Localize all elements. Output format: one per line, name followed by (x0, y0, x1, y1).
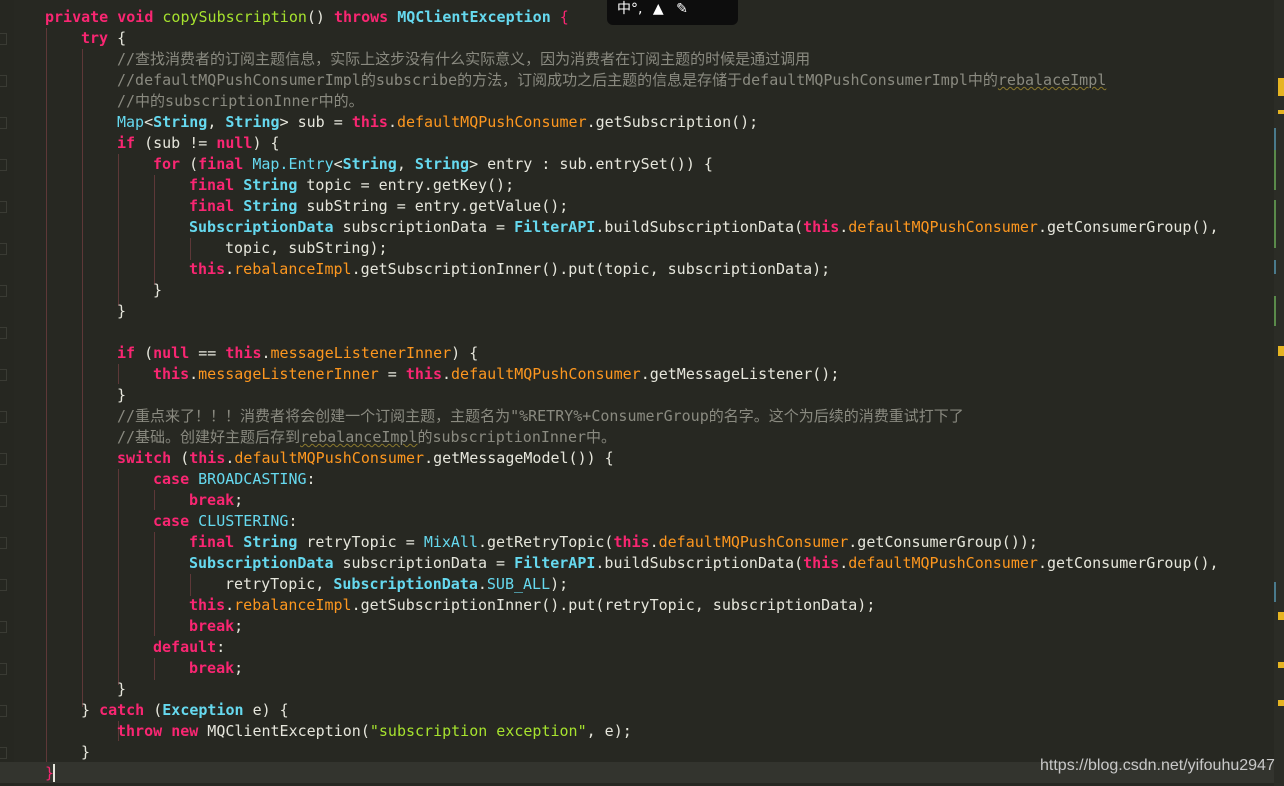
fold-marker[interactable] (0, 285, 7, 297)
indent-guide (154, 658, 155, 680)
code-line: this.messageListenerInner = this.default… (153, 365, 840, 383)
fold-marker[interactable] (0, 159, 7, 171)
code-line: break; (189, 617, 244, 635)
indent-guide (190, 238, 191, 260)
fold-marker[interactable] (0, 117, 7, 129)
change-marker[interactable] (1274, 296, 1276, 326)
fold-marker[interactable] (0, 663, 7, 675)
code-line: try { (81, 29, 127, 47)
warning-marker[interactable] (1278, 700, 1284, 706)
code-line: for (final Map.Entry<String, String> ent… (153, 155, 713, 173)
code-line: default: (153, 638, 226, 656)
fold-marker[interactable] (0, 33, 7, 45)
fold-marker[interactable] (0, 369, 7, 381)
fold-marker[interactable] (0, 495, 7, 507)
code-comment: //查找消费者的订阅主题信息，实际上这步没有什么实际意义，因为消费者在订阅主题的… (117, 50, 811, 68)
code-line: } catch (Exception e) { (81, 701, 289, 719)
fold-marker[interactable] (0, 747, 7, 759)
code-line: topic, subString); (225, 239, 388, 257)
change-marker[interactable] (1274, 200, 1276, 248)
warning-marker[interactable] (1278, 346, 1284, 356)
code-line: throw new MQClientException("subscriptio… (117, 722, 632, 740)
code-line: if (null == this.messageListenerInner) { (117, 344, 479, 362)
warning-marker[interactable] (1278, 110, 1284, 114)
indent-guide (118, 469, 119, 685)
fold-marker[interactable] (0, 705, 7, 717)
code-line: break; (189, 491, 244, 509)
code-line: this.rebalanceImpl.getSubscriptionInner(… (189, 260, 831, 278)
code-line: } (81, 743, 91, 761)
change-marker[interactable] (1274, 260, 1276, 274)
indent-guide (118, 364, 119, 384)
code-line: final String subString = entry.getValue(… (189, 197, 569, 215)
fold-marker[interactable] (0, 75, 7, 87)
mic-icon[interactable]: ▲ (653, 1, 664, 17)
code-line: final String topic = entry.getKey(); (189, 176, 515, 194)
fold-marker[interactable] (0, 411, 7, 423)
indent-guide (154, 175, 155, 285)
code-line: Map<String, String> sub = this.defaultMQ… (117, 113, 759, 131)
warning-marker[interactable] (1278, 662, 1284, 668)
code-line: } (117, 386, 127, 404)
fold-marker[interactable] (0, 327, 7, 339)
fold-marker[interactable] (0, 453, 7, 465)
watermark: https://blog.csdn.net/yifouhu2947 (1040, 757, 1275, 774)
change-marker[interactable] (1274, 128, 1276, 150)
indent-guide (154, 490, 155, 510)
code-line: switch (this.defaultMQPushConsumer.getMe… (117, 449, 614, 467)
indent-guide (154, 532, 155, 636)
code-line: case CLUSTERING: (153, 512, 298, 530)
code-line: SubscriptionData subscriptionData = Filt… (189, 218, 1219, 236)
vertical-scrollbar[interactable] (1274, 0, 1284, 786)
change-marker[interactable] (1274, 150, 1276, 190)
code-line: } (117, 302, 127, 320)
code-line: } (153, 281, 163, 299)
ime-toolbar-label: 中°, (617, 1, 643, 17)
indent-guide (118, 154, 119, 306)
fold-marker[interactable] (0, 537, 7, 549)
code-line: final String retryTopic = MixAll.getRetr… (189, 533, 1038, 551)
code-comment: //defaultMQPushConsumerImpl的subscribe的方法… (117, 71, 1107, 89)
code-line: if (sub != null) { (117, 134, 280, 152)
fold-marker[interactable] (0, 201, 7, 213)
code-comment: //基础。创建好主题后存到rebalanceImpl的subscriptionI… (117, 428, 617, 446)
text-cursor (53, 764, 55, 782)
indent-guide (46, 28, 47, 762)
fold-marker[interactable] (0, 579, 7, 591)
code-line: break; (189, 659, 244, 677)
change-marker[interactable] (1274, 582, 1276, 602)
warning-marker[interactable] (1278, 612, 1284, 620)
fold-marker[interactable] (0, 243, 7, 255)
code-line: retryTopic, SubscriptionData.SUB_ALL); (225, 575, 569, 593)
code-comment: //重点来了！！！消费者将会创建一个订阅主题，主题名为"%RETRY%+Cons… (117, 407, 964, 425)
code-line: private void copySubscription() throws M… (45, 8, 569, 26)
editor-gutter[interactable] (0, 0, 14, 786)
ime-toolbar[interactable]: 中°, ▲ ✎ (607, 0, 738, 25)
settings-icon[interactable]: ✎ (676, 1, 688, 17)
indent-guide (190, 574, 191, 596)
code-line: SubscriptionData subscriptionData = Filt… (189, 554, 1219, 572)
fold-marker[interactable] (0, 621, 7, 633)
code-line: this.rebalanceImpl.getSubscriptionInner(… (189, 596, 876, 614)
code-comment: //中的subscriptionInner中的。 (117, 92, 364, 110)
code-line: } (117, 680, 127, 698)
indent-guide (82, 49, 83, 707)
code-line: case BROADCASTING: (153, 470, 316, 488)
warning-marker[interactable] (1278, 78, 1284, 96)
code-editor[interactable]: private void copySubscription() throws M… (0, 0, 1274, 786)
